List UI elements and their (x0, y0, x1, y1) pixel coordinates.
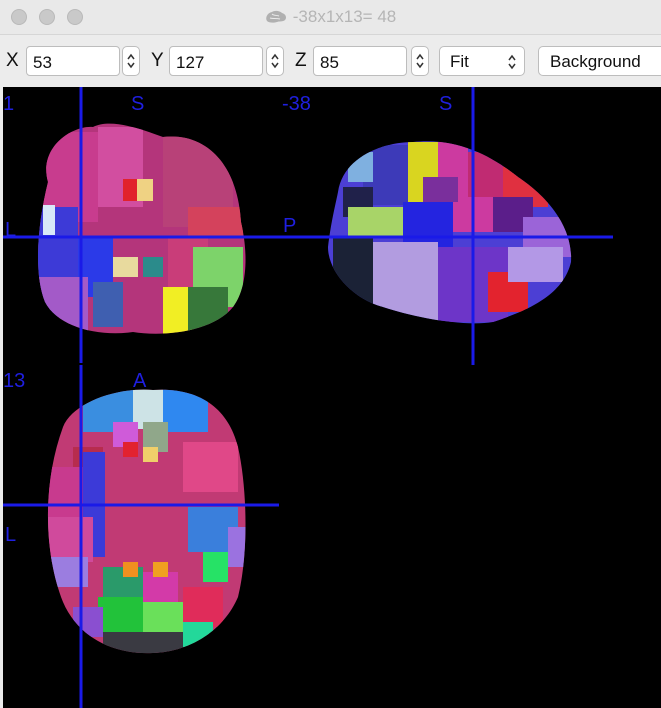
zoom-popup-value: Fit (450, 52, 469, 71)
image-viewer[interactable]: 1 S L -38 S P 13 A L (3, 87, 661, 708)
y-coordinate-field[interactable]: 127 (169, 46, 263, 76)
background-button-label: Background (550, 52, 641, 71)
z-coordinate-stepper[interactable] (411, 46, 429, 76)
y-coordinate-stepper[interactable] (266, 46, 284, 76)
axial-anterior-label: A (133, 370, 147, 392)
orthogonal-views-canvas[interactable] (3, 87, 661, 708)
sagittal-posterior-label: P (283, 215, 297, 237)
coronal-slice-number: 1 (3, 93, 15, 115)
stepper-arrows-icon (271, 53, 279, 69)
background-button[interactable]: Background (538, 46, 661, 76)
axial-brain-view (47, 389, 246, 654)
z-coordinate-label: Z (295, 50, 307, 71)
axial-slice-number: 13 (3, 370, 26, 392)
coronal-superior-label: S (131, 93, 145, 115)
window-title-area: -38x1x13= 48 (0, 0, 661, 34)
x-coordinate-stepper[interactable] (122, 46, 140, 76)
coronal-left-label: L (5, 219, 17, 241)
stepper-arrows-icon (416, 53, 424, 69)
axial-left-label: L (5, 524, 17, 546)
brain-icon (265, 10, 286, 23)
popup-arrows-icon (508, 54, 516, 70)
window-title: -38x1x13= 48 (292, 7, 397, 26)
title-bar: -38x1x13= 48 (0, 0, 661, 35)
z-coordinate-field[interactable]: 85 (313, 46, 407, 76)
x-coordinate-label: X (6, 50, 19, 71)
coronal-brain-view (37, 123, 246, 334)
app-window: -38x1x13= 48 X 53 Y 127 Z 85 Fit Backgro… (0, 0, 661, 708)
y-coordinate-label: Y (151, 50, 164, 71)
zoom-popup-button[interactable]: Fit (439, 46, 525, 76)
sagittal-superior-label: S (439, 93, 453, 115)
x-coordinate-field[interactable]: 53 (26, 46, 120, 76)
stepper-arrows-icon (127, 53, 135, 69)
sagittal-slice-number: -38 (282, 93, 311, 115)
